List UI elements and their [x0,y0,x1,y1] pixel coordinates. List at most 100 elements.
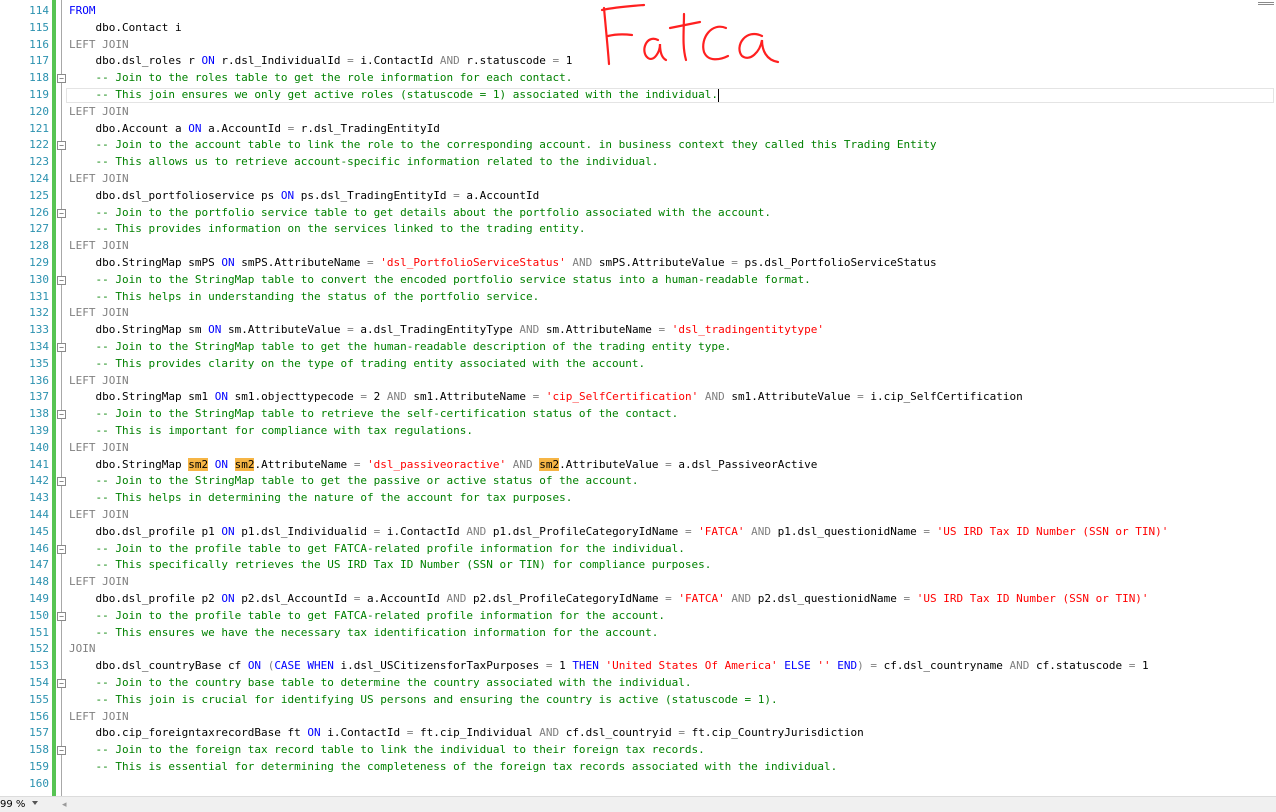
code-line[interactable]: 151 -- This ensures we have the necessar… [0,625,1276,642]
code-token: dbo.StringMap sm1 [69,390,215,404]
code-line[interactable]: 126− -- Join to the portfolio service ta… [0,205,1276,222]
line-number: 137 [29,390,49,404]
collapse-icon[interactable]: − [57,343,66,352]
code-line[interactable]: 156 LEFT JOIN [0,709,1276,726]
code-token: ELSE [784,659,811,673]
collapse-icon[interactable]: − [57,74,66,84]
code-line[interactable]: 136 LEFT JOIN [0,373,1276,390]
code-line[interactable]: 130− -- Join to the StringMap table to c… [0,272,1276,289]
code-token: ON [214,457,228,471]
code-line[interactable]: 155 -- This join is crucial for identify… [0,692,1276,709]
line-number: 142 [29,474,49,488]
code-line[interactable]: 150− -- Join to the profile table to get… [0,608,1276,625]
code-text: LEFT JOIN [69,709,129,726]
code-token: LEFT JOIN [69,239,129,253]
line-number: 146 [29,541,49,555]
code-line[interactable]: 149 dbo.dsl_profile p2 ON p2.dsl_Account… [0,591,1276,608]
code-token: -- Join to the StringMap table to get th… [69,474,639,488]
code-text: -- This provides information on the serv… [69,221,585,238]
scroll-left-icon[interactable]: ◂ [62,800,67,810]
collapse-icon[interactable]: − [57,679,66,688]
code-token: = [347,323,354,337]
code-token: CASE WHEN [274,659,334,673]
code-line[interactable]: 142− -- Join to the StringMap table to g… [0,473,1276,490]
code-token: i.cip_SelfCertification [863,390,1023,404]
code-line[interactable]: 118− -- Join to the roles table to get t… [0,70,1276,87]
code-line[interactable]: 144 LEFT JOIN [0,507,1276,524]
code-text: LEFT JOIN [69,507,129,524]
code-line[interactable]: 120 LEFT JOIN [0,104,1276,121]
code-line[interactable]: 123 -- This allows us to retrieve accoun… [0,154,1276,171]
collapse-icon[interactable]: − [57,275,66,285]
collapse-icon[interactable]: − [57,611,66,621]
code-text: LEFT JOIN [69,37,129,54]
line-number: 123 [29,155,49,169]
split-handle-icon[interactable] [1258,2,1274,8]
code-token: LEFT JOIN [69,306,129,320]
code-line[interactable]: 158− -- Join to the foreign tax record t… [0,742,1276,759]
code-line[interactable]: 152 JOIN [0,641,1276,658]
code-line[interactable]: 146− -- Join to the profile table to get… [0,541,1276,558]
line-number: 120 [29,104,49,118]
code-token: sm2 [234,457,255,471]
code-token: p1.dsl_ProfileCategoryIdName [486,524,685,538]
code-token: LEFT JOIN [69,709,129,723]
collapse-icon[interactable]: − [57,410,66,420]
code-line[interactable]: 122− -- Join to the account table to lin… [0,137,1276,154]
code-token: 'dsl_PortfolioServiceStatus' [380,256,566,269]
code-token: i.ContactId [353,54,440,68]
code-line[interactable]: 157 dbo.cip_foreigntaxrecordBase ft ON i… [0,725,1276,742]
collapse-icon[interactable]: − [57,544,66,554]
code-token: = [678,726,685,740]
code-line[interactable]: 153 dbo.dsl_countryBase cf ON (CASE WHEN… [0,658,1276,675]
line-number: 155 [29,692,49,706]
code-line[interactable]: 132 LEFT JOIN [0,305,1276,322]
code-line[interactable]: 140 LEFT JOIN [0,440,1276,457]
code-line[interactable]: 127 -- This provides information on the … [0,221,1276,238]
collapse-icon[interactable]: − [57,141,66,151]
code-token: -- This helps in determining the nature … [69,491,573,505]
code-line[interactable]: 145 dbo.dsl_profile p1 ON p1.dsl_Individ… [0,524,1276,541]
collapse-icon[interactable]: − [57,477,66,487]
collapse-icon[interactable]: − [57,746,66,756]
code-editor[interactable]: 114 FROM 115 dbo.Contact i 116 LEFT JOIN 117 … [0,0,1276,796]
code-line[interactable]: 129 dbo.StringMap smPS ON smPS.Attribute… [0,255,1276,272]
code-line[interactable]: 138− -- Join to the StringMap table to r… [0,406,1276,423]
code-line[interactable]: 159 -- This is essential for determining… [0,759,1276,776]
code-token: LEFT JOIN [69,373,129,387]
code-line[interactable]: 131 -- This helps in understanding the s… [0,289,1276,306]
line-number: 153 [29,659,49,673]
code-line[interactable]: 125 dbo.dsl_portfolioservice ps ON ps.ds… [0,188,1276,205]
code-token: -- This helps in understanding the statu… [69,289,540,303]
code-token: ON [221,592,235,605]
line-number: 150 [29,608,49,622]
code-line[interactable]: 143 -- This helps in determining the nat… [0,490,1276,507]
code-line[interactable]: 154− -- Join to the country base table t… [0,675,1276,692]
code-line[interactable]: 124 LEFT JOIN [0,171,1276,188]
status-bar: 99 % ◂ [0,796,1276,812]
code-line[interactable]: 160 [0,776,1276,793]
code-token: r.dsl_IndividualId [214,54,348,68]
code-line[interactable]: 147 -- This specifically retrieves the U… [0,557,1276,574]
line-number: 130 [29,272,49,286]
code-line[interactable]: 121 dbo.Account a ON a.AccountId = r.dsl… [0,121,1276,138]
chevron-down-icon[interactable] [32,801,38,805]
code-line[interactable]: 128 LEFT JOIN [0,238,1276,255]
code-line[interactable]: 141 dbo.StringMap sm2 ON sm2.AttributeNa… [0,457,1276,474]
code-line[interactable]: 133 dbo.StringMap sm ON sm.AttributeValu… [0,322,1276,339]
code-token: dbo.Account a [69,121,189,135]
line-number: 129 [29,256,49,269]
code-line[interactable]: 148 LEFT JOIN [0,574,1276,591]
code-line[interactable]: 137 dbo.StringMap sm1 ON sm1.objecttypec… [0,389,1276,406]
code-line[interactable]: 119 -- This join ensures we only get act… [0,87,1276,104]
code-line[interactable]: 134− -- Join to the StringMap table to g… [0,339,1276,356]
line-number: 127 [29,222,49,236]
code-line[interactable]: 135 -- This provides clarity on the type… [0,356,1276,373]
code-token: 'dsl_tradingentitytype' [671,323,825,337]
code-token: LEFT JOIN [69,440,129,454]
code-token: sm2 [539,457,560,471]
line-number: 158 [29,743,49,757]
collapse-icon[interactable]: − [57,208,66,218]
code-line[interactable]: 139 -- This is important for compliance … [0,423,1276,440]
